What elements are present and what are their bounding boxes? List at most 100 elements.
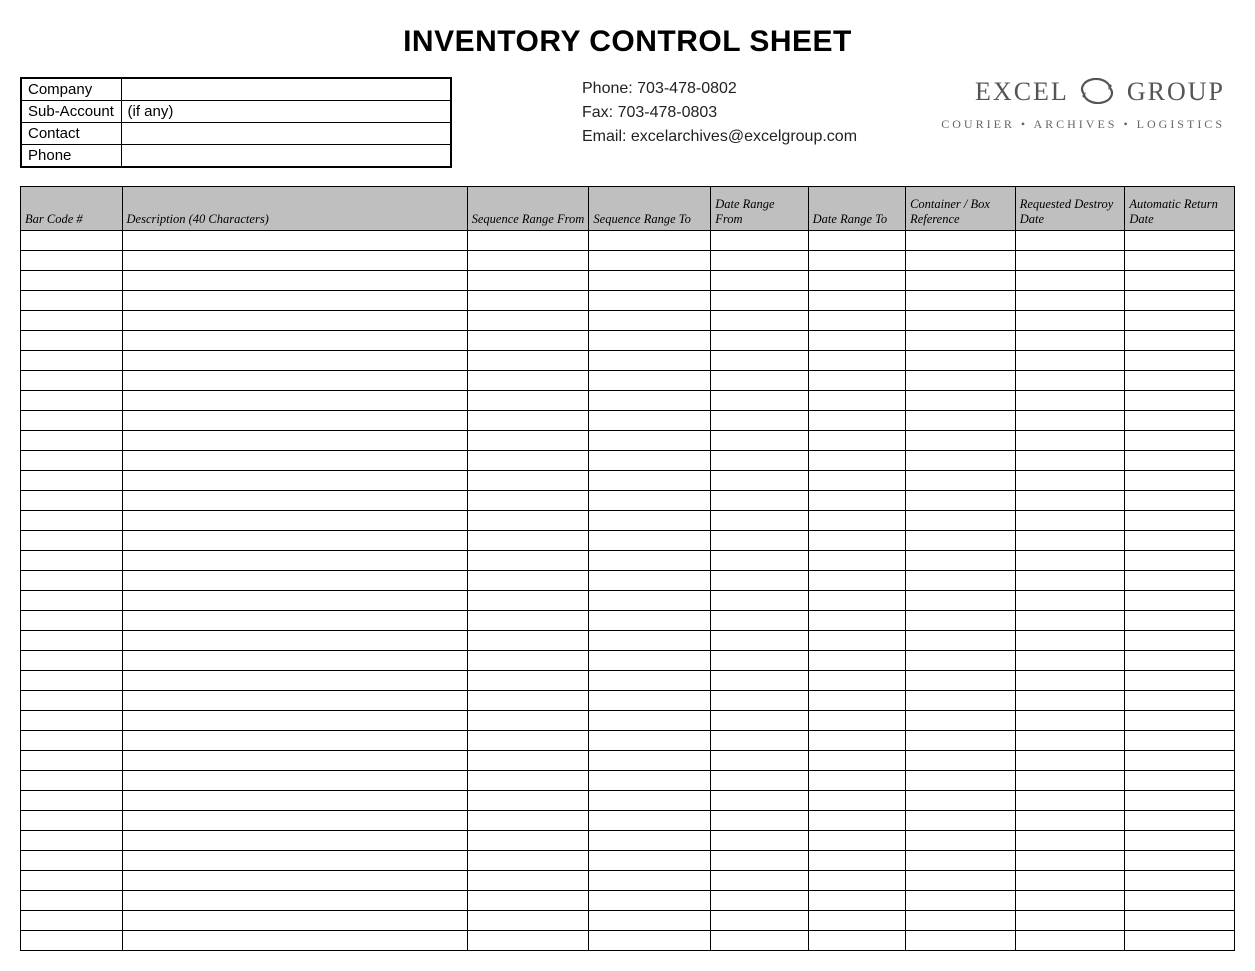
table-cell[interactable] [1015, 271, 1125, 291]
table-cell[interactable] [808, 831, 905, 851]
table-cell[interactable] [467, 471, 589, 491]
table-cell[interactable] [1125, 331, 1235, 351]
table-cell[interactable] [589, 311, 711, 331]
table-cell[interactable] [122, 851, 467, 871]
table-cell[interactable] [122, 751, 467, 771]
table-cell[interactable] [589, 431, 711, 451]
phone-value[interactable] [121, 145, 451, 168]
table-cell[interactable] [1015, 631, 1125, 651]
table-cell[interactable] [1125, 851, 1235, 871]
table-cell[interactable] [1015, 791, 1125, 811]
table-cell[interactable] [808, 471, 905, 491]
table-cell[interactable] [589, 571, 711, 591]
table-cell[interactable] [1125, 391, 1235, 411]
table-cell[interactable] [21, 731, 123, 751]
table-cell[interactable] [906, 551, 1016, 571]
table-cell[interactable] [1125, 511, 1235, 531]
table-cell[interactable] [906, 311, 1016, 331]
table-cell[interactable] [711, 311, 808, 331]
table-cell[interactable] [21, 291, 123, 311]
table-cell[interactable] [1015, 471, 1125, 491]
table-cell[interactable] [1015, 731, 1125, 751]
table-cell[interactable] [1125, 551, 1235, 571]
table-cell[interactable] [1125, 291, 1235, 311]
table-cell[interactable] [1125, 471, 1235, 491]
table-cell[interactable] [1125, 571, 1235, 591]
table-cell[interactable] [906, 411, 1016, 431]
table-cell[interactable] [1015, 571, 1125, 591]
table-cell[interactable] [1015, 911, 1125, 931]
table-cell[interactable] [1015, 371, 1125, 391]
table-cell[interactable] [122, 931, 467, 951]
table-cell[interactable] [906, 371, 1016, 391]
table-cell[interactable] [21, 771, 123, 791]
table-cell[interactable] [1015, 831, 1125, 851]
table-cell[interactable] [1125, 271, 1235, 291]
table-cell[interactable] [122, 611, 467, 631]
table-cell[interactable] [1125, 311, 1235, 331]
table-cell[interactable] [906, 631, 1016, 651]
table-cell[interactable] [711, 431, 808, 451]
table-cell[interactable] [21, 651, 123, 671]
table-cell[interactable] [1125, 811, 1235, 831]
table-cell[interactable] [589, 851, 711, 871]
table-cell[interactable] [711, 411, 808, 431]
table-cell[interactable] [122, 251, 467, 271]
table-cell[interactable] [467, 851, 589, 871]
table-cell[interactable] [1125, 831, 1235, 851]
table-cell[interactable] [1125, 711, 1235, 731]
table-cell[interactable] [21, 431, 123, 451]
table-cell[interactable] [589, 231, 711, 251]
table-cell[interactable] [467, 611, 589, 631]
table-cell[interactable] [906, 671, 1016, 691]
table-cell[interactable] [808, 751, 905, 771]
table-cell[interactable] [467, 371, 589, 391]
table-cell[interactable] [122, 511, 467, 531]
table-cell[interactable] [906, 451, 1016, 471]
table-cell[interactable] [21, 451, 123, 471]
table-cell[interactable] [589, 351, 711, 371]
table-cell[interactable] [1015, 651, 1125, 671]
table-cell[interactable] [21, 471, 123, 491]
table-cell[interactable] [1015, 711, 1125, 731]
table-cell[interactable] [467, 631, 589, 651]
table-cell[interactable] [122, 331, 467, 351]
table-cell[interactable] [808, 611, 905, 631]
table-cell[interactable] [467, 811, 589, 831]
table-cell[interactable] [122, 471, 467, 491]
table-cell[interactable] [467, 411, 589, 431]
table-cell[interactable] [808, 931, 905, 951]
table-cell[interactable] [122, 771, 467, 791]
table-cell[interactable] [589, 471, 711, 491]
contact-value[interactable] [121, 123, 451, 145]
table-cell[interactable] [122, 231, 467, 251]
subaccount-value[interactable]: (if any) [121, 101, 451, 123]
table-cell[interactable] [21, 391, 123, 411]
table-cell[interactable] [1125, 931, 1235, 951]
table-cell[interactable] [122, 671, 467, 691]
table-cell[interactable] [711, 471, 808, 491]
table-cell[interactable] [711, 751, 808, 771]
table-cell[interactable] [589, 511, 711, 531]
table-cell[interactable] [808, 891, 905, 911]
table-cell[interactable] [122, 451, 467, 471]
table-cell[interactable] [808, 631, 905, 651]
table-cell[interactable] [808, 431, 905, 451]
table-cell[interactable] [808, 351, 905, 371]
table-cell[interactable] [122, 891, 467, 911]
table-cell[interactable] [711, 251, 808, 271]
table-cell[interactable] [1125, 491, 1235, 511]
table-cell[interactable] [122, 871, 467, 891]
table-cell[interactable] [1125, 451, 1235, 471]
table-cell[interactable] [906, 231, 1016, 251]
table-cell[interactable] [122, 291, 467, 311]
table-cell[interactable] [711, 231, 808, 251]
table-cell[interactable] [808, 571, 905, 591]
table-cell[interactable] [711, 551, 808, 571]
table-cell[interactable] [21, 591, 123, 611]
table-cell[interactable] [1015, 291, 1125, 311]
table-cell[interactable] [589, 731, 711, 751]
table-cell[interactable] [711, 771, 808, 791]
table-cell[interactable] [1015, 811, 1125, 831]
table-cell[interactable] [1015, 511, 1125, 531]
